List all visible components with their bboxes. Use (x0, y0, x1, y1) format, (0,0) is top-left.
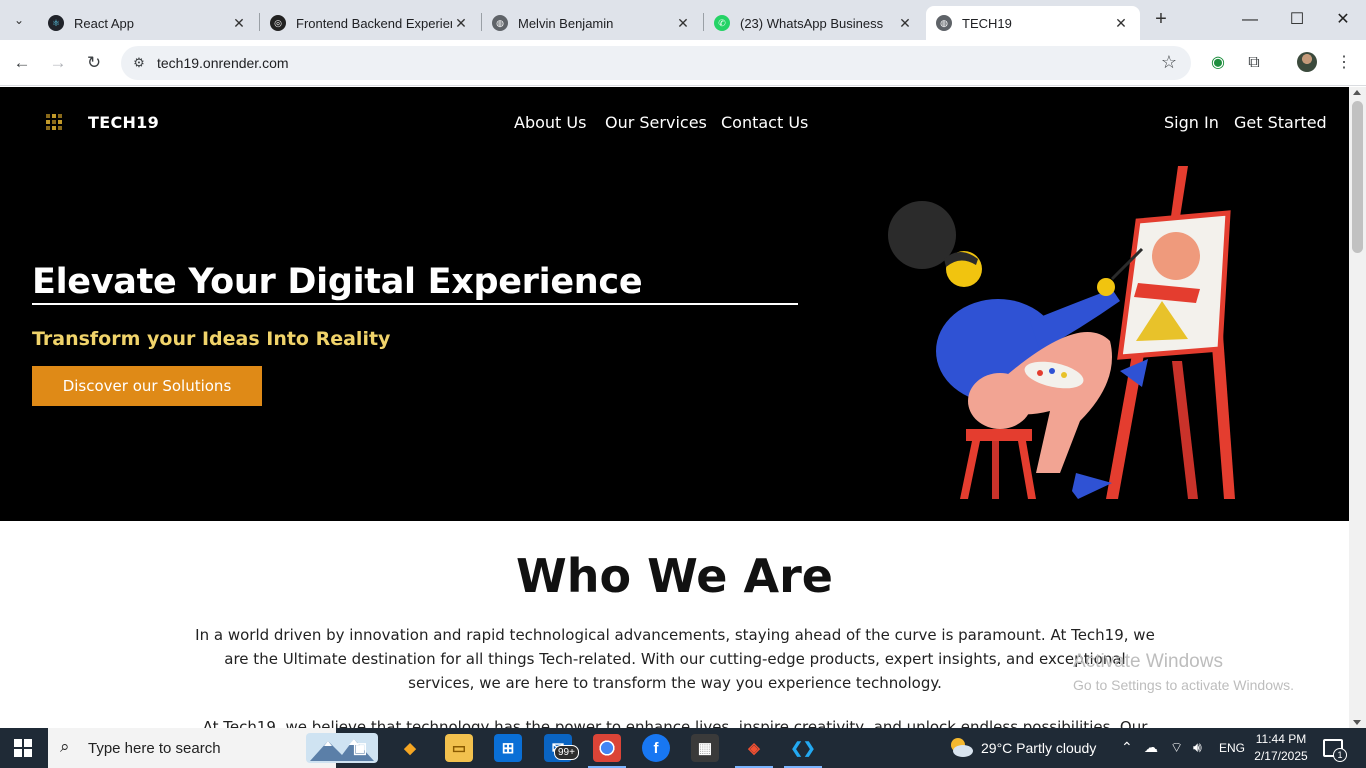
who-we-are-paragraph-1: In a world driven by innovation and rapi… (195, 626, 1155, 692)
tab-close-icon[interactable]: ✕ (230, 15, 248, 32)
chrome-icon[interactable] (593, 734, 621, 762)
profile-avatar[interactable] (1297, 52, 1317, 72)
extensions-puzzle-icon[interactable]: ⧉ (1243, 52, 1265, 74)
url-text[interactable]: tech19.onrender.com (157, 55, 289, 71)
brand-logo-icon[interactable] (46, 114, 62, 130)
openai-icon: ◎ (270, 15, 286, 31)
window-close-icon[interactable]: ✕ (1331, 8, 1355, 32)
calculator-icon[interactable]: ▦ (691, 734, 719, 762)
tab-search-chevron-icon[interactable]: ⌄ (6, 7, 32, 33)
microsoft-store-icon[interactable]: ⊞ (494, 734, 522, 762)
search-icon: ⌕ (60, 737, 70, 756)
back-arrow-icon[interactable]: ← (10, 51, 34, 75)
show-hidden-icons-chevron-icon[interactable]: ⌃ (1121, 739, 1133, 756)
tab-title: (23) WhatsApp Business (740, 15, 884, 31)
activate-windows-watermark: Activate Windows Go to Settings to activ… (1073, 651, 1294, 693)
globe-icon: ◍ (492, 15, 508, 31)
hero-section: TECH19 About Us Our Services Contact Us … (0, 87, 1349, 521)
extension-eye-icon[interactable]: ◉ (1207, 52, 1229, 74)
sign-in-link[interactable]: Sign In (1164, 113, 1219, 132)
hero-underline (32, 303, 798, 305)
language-indicator[interactable]: ENG (1219, 741, 1245, 755)
whatsapp-icon: ✆ (714, 15, 730, 31)
wifi-icon[interactable]: ⌔ (1170, 739, 1183, 757)
vscode-icon[interactable]: ❮❯ (789, 734, 817, 762)
bookmark-star-icon[interactable]: ☆ (1161, 52, 1177, 73)
get-started-link[interactable]: Get Started (1234, 113, 1327, 132)
forward-arrow-icon[interactable]: → (46, 51, 70, 75)
site-info-icon[interactable]: ⚙ (130, 54, 148, 72)
new-tab-plus-icon[interactable]: + (1150, 8, 1172, 30)
browser-tab-strip: ⌄ ⚛ React App ✕ ◎ Frontend Backend Exper… (0, 0, 1366, 40)
watermark-line-2: Go to Settings to activate Windows. (1073, 677, 1294, 693)
tab-react-app[interactable]: ⚛ React App ✕ (38, 6, 258, 40)
clock-time: 11:44 PM (1255, 732, 1307, 746)
page-scrollbar[interactable] (1349, 87, 1366, 728)
task-view-icon[interactable]: ▣ (346, 734, 374, 762)
notification-count-badge: 1 (1333, 748, 1347, 762)
taskbar-search-box[interactable]: ⌕ Type here to search (48, 728, 378, 768)
address-bar[interactable]: ⚙ tech19.onrender.com ☆ (121, 46, 1191, 80)
tab-close-icon[interactable]: ✕ (1112, 15, 1130, 32)
who-we-are-heading: Who We Are (516, 549, 833, 603)
tab-tech19[interactable]: ◍ TECH19 ✕ (926, 6, 1140, 40)
weather-text[interactable]: 29°C Partly cloudy (981, 740, 1096, 756)
tab-close-icon[interactable]: ✕ (896, 15, 914, 32)
scroll-up-icon[interactable] (1353, 90, 1361, 95)
globe-icon: ◍ (936, 15, 952, 31)
nav-our-services[interactable]: Our Services (605, 113, 707, 132)
windows-taskbar: ⌕ Type here to search ▣ ◆ ▭ ⊞ ✉ f ▦ ◈ ❮❯ (0, 728, 1366, 768)
tab-title: Melvin Benjamin (518, 15, 614, 31)
tab-close-icon[interactable]: ✕ (674, 15, 692, 32)
file-explorer-icon[interactable]: ▭ (445, 734, 473, 762)
volume-icon[interactable]: 🔊︎ (1193, 739, 1202, 756)
onedrive-icon[interactable]: ☁ (1144, 739, 1158, 756)
facebook-icon[interactable]: f (642, 734, 670, 762)
nav-about-us[interactable]: About Us (514, 113, 586, 132)
tab-title: Frontend Backend Experienc (296, 15, 452, 31)
partly-cloudy-icon[interactable] (948, 736, 974, 758)
scroll-down-icon[interactable] (1353, 720, 1361, 725)
menu-kebab-icon[interactable]: ⋮ (1333, 52, 1355, 74)
hero-title: Elevate Your Digital Experience (32, 262, 643, 302)
scrollbar-thumb[interactable] (1352, 101, 1363, 253)
mail-unread-badge: 99+ (554, 745, 579, 760)
artist-painting-illustration (888, 166, 1235, 499)
tab-frontend-backend[interactable]: ◎ Frontend Backend Experienc ✕ (260, 6, 480, 40)
tab-title: React App (74, 15, 134, 31)
minimize-icon[interactable]: — (1238, 8, 1262, 32)
taskbar-search-placeholder[interactable]: Type here to search (88, 740, 221, 757)
reload-icon[interactable]: ↻ (82, 51, 106, 75)
tab-close-icon[interactable]: ✕ (452, 15, 470, 32)
who-we-are-paragraph-2: At Tech19, we believe that technology ha… (202, 718, 1148, 728)
react-icon: ⚛ (48, 15, 64, 31)
windows-start-icon[interactable] (14, 739, 32, 757)
hero-subtitle: Transform your Ideas Into Reality (32, 328, 391, 350)
discover-solutions-button[interactable]: Discover our Solutions (32, 366, 262, 406)
system-clock[interactable]: 11:44 PM 2/17/2025 (1251, 731, 1311, 765)
tab-title: TECH19 (962, 15, 1012, 31)
browser-toolbar: ← → ↻ ⚙ tech19.onrender.com ☆ ◉ ⧉ ⋮ (0, 40, 1366, 86)
nav-contact-us[interactable]: Contact Us (721, 113, 808, 132)
maximize-icon[interactable]: ☐ (1285, 8, 1309, 32)
web-page: TECH19 About Us Our Services Contact Us … (0, 87, 1349, 728)
clock-date: 2/17/2025 (1254, 749, 1308, 763)
git-icon[interactable]: ◈ (740, 734, 768, 762)
watermark-line-1: Activate Windows (1073, 651, 1223, 672)
copilot-icon[interactable]: ◆ (396, 734, 424, 762)
tab-whatsapp-business[interactable]: ✆ (23) WhatsApp Business ✕ (704, 6, 924, 40)
tab-melvin-benjamin[interactable]: ◍ Melvin Benjamin ✕ (482, 6, 702, 40)
brand-name[interactable]: TECH19 (88, 113, 159, 132)
